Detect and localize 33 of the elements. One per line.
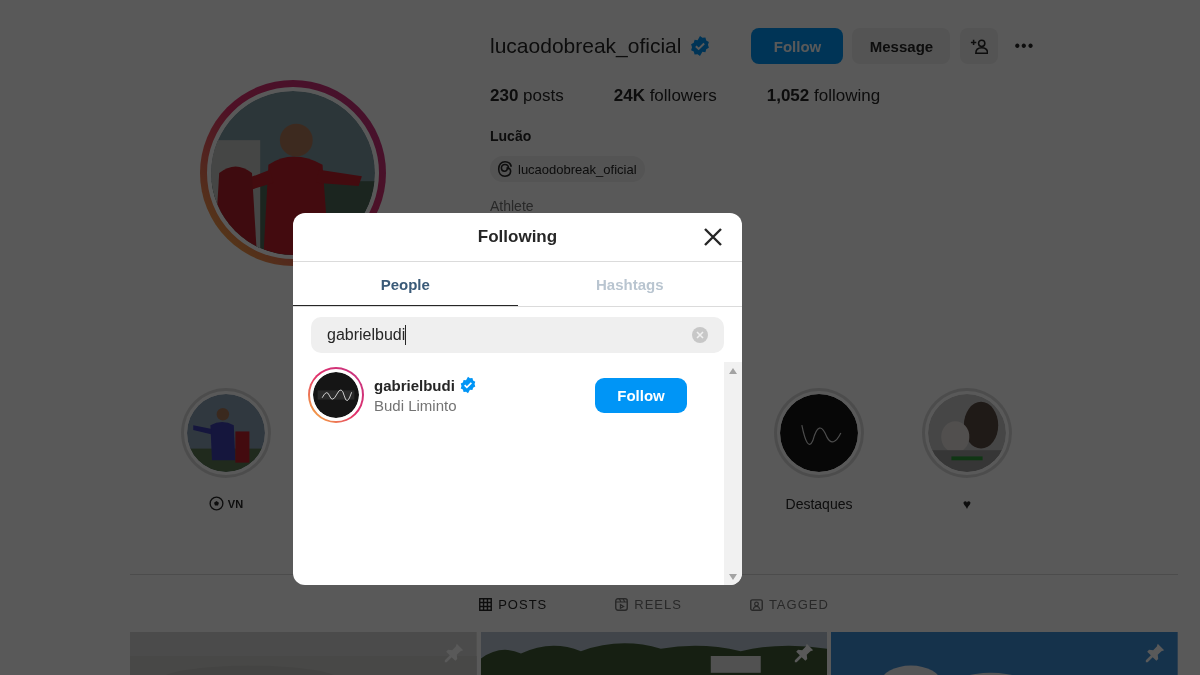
- profile-tab[interactable]: POSTS: [479, 575, 548, 631]
- stat-text[interactable]: 24K followers: [613, 86, 717, 106]
- user-avatar[interactable]: [308, 367, 364, 423]
- grid-icon: [479, 597, 493, 611]
- scroll-up-icon[interactable]: [729, 368, 737, 374]
- follow-button[interactable]: Follow: [751, 28, 844, 64]
- highlight-label: VN: [227, 497, 244, 510]
- dialog-tab[interactable]: Hashtags: [517, 262, 742, 306]
- highlight-label: Destaques: [785, 496, 853, 512]
- message-button[interactable]: Message: [852, 28, 951, 64]
- highlight-label: ♥: [962, 496, 972, 512]
- at-sign-icon: [496, 160, 514, 178]
- soccer-ball-icon: [208, 496, 224, 511]
- close-icon[interactable]: [703, 227, 723, 247]
- stat-text[interactable]: 230 posts: [490, 86, 564, 106]
- dialog-tab[interactable]: People: [293, 262, 518, 306]
- search-field[interactable]: gabrielbudi: [311, 317, 724, 353]
- scroll-down-icon[interactable]: [729, 574, 737, 580]
- tag-person-icon: [749, 597, 763, 611]
- dialog-title: Following: [477, 227, 558, 247]
- add-person-icon: [970, 37, 989, 55]
- more-options-button[interactable]: •••: [1014, 37, 1035, 55]
- scrollbar[interactable]: [724, 362, 742, 585]
- clear-icon[interactable]: [692, 327, 708, 343]
- profile-username: lucaodobreak_oficial: [490, 34, 682, 58]
- profile-name: Lucão: [490, 128, 532, 144]
- follow-button[interactable]: Follow: [595, 377, 687, 413]
- reels-icon: [615, 597, 629, 611]
- threads-link[interactable]: lucaodobreak_oficial: [490, 156, 645, 182]
- result-username[interactable]: gabrielbudi: [374, 376, 455, 394]
- result-full-name: Budi Liminto: [374, 397, 457, 414]
- suggest-user-button[interactable]: [960, 28, 999, 64]
- stat-text[interactable]: 1,052 following: [766, 86, 881, 106]
